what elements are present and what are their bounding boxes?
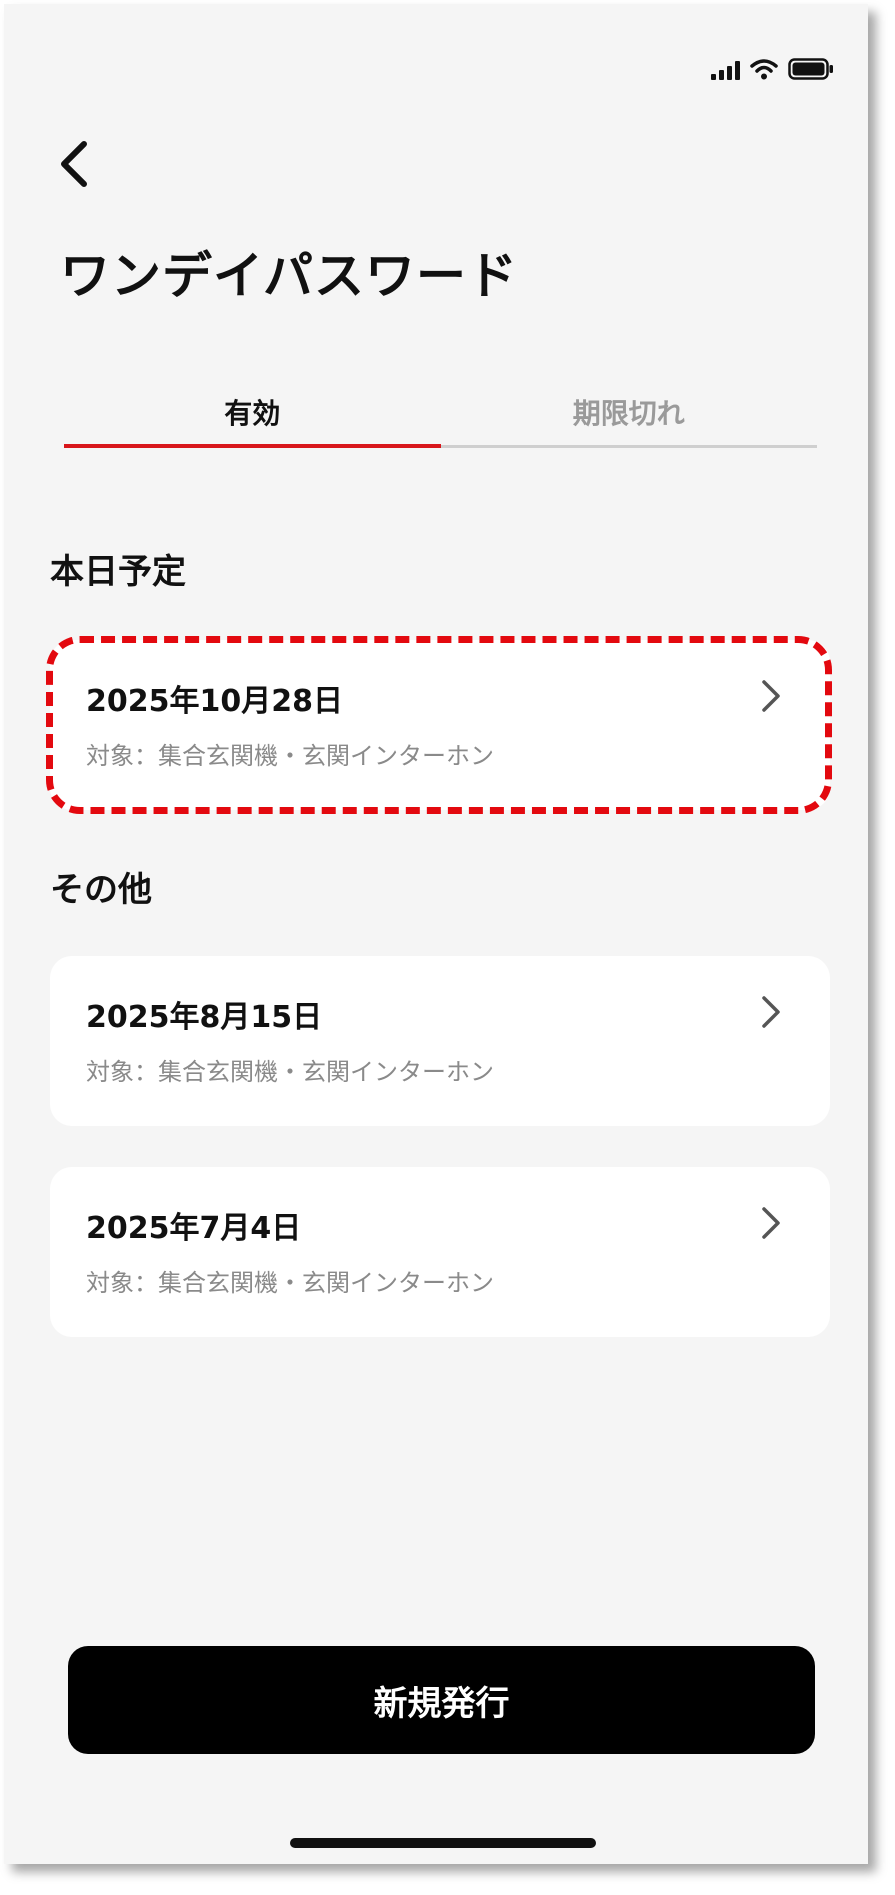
card-date: 2025年8月15日 bbox=[86, 1000, 323, 1035]
wifi-icon bbox=[750, 59, 778, 80]
card-target: 対象：集合玄関機・玄関インターホン bbox=[86, 1269, 494, 1297]
chevron-left-icon bbox=[61, 141, 87, 187]
password-card[interactable]: 2025年8月15日 対象：集合玄関機・玄関インターホン bbox=[50, 956, 830, 1126]
chevron-right-icon bbox=[762, 1207, 780, 1239]
section-label-other: その他 bbox=[50, 870, 152, 910]
signal-icon bbox=[711, 60, 740, 80]
card-target: 対象：集合玄関機・玄関インターホン bbox=[86, 742, 494, 770]
home-indicator[interactable] bbox=[290, 1838, 596, 1848]
battery-icon bbox=[788, 58, 833, 80]
section-label-today: 本日予定 bbox=[50, 552, 186, 592]
back-button[interactable] bbox=[48, 136, 108, 196]
tab-bar: 有効 期限切れ bbox=[64, 392, 817, 448]
page-title: ワンデイパスワード bbox=[60, 247, 518, 305]
tab-expired[interactable]: 期限切れ bbox=[440, 392, 818, 448]
status-bar bbox=[711, 58, 834, 80]
password-card[interactable]: 2025年7月4日 対象：集合玄関機・玄関インターホン bbox=[50, 1167, 830, 1337]
tab-active[interactable]: 有効 bbox=[64, 392, 441, 448]
card-target: 対象：集合玄関機・玄関インターホン bbox=[86, 1058, 494, 1086]
new-issue-button[interactable]: 新規発行 bbox=[68, 1646, 815, 1754]
chevron-right-icon bbox=[762, 996, 780, 1028]
card-date: 2025年7月4日 bbox=[86, 1211, 302, 1246]
phone-screen: ワンデイパスワード 有効 期限切れ 本日予定 2025年10月28日 対象：集合… bbox=[4, 4, 868, 1864]
card-date: 2025年10月28日 bbox=[86, 684, 343, 719]
password-card[interactable]: 2025年10月28日 対象：集合玄関機・玄関インターホン bbox=[50, 640, 830, 810]
chevron-right-icon bbox=[762, 680, 780, 712]
